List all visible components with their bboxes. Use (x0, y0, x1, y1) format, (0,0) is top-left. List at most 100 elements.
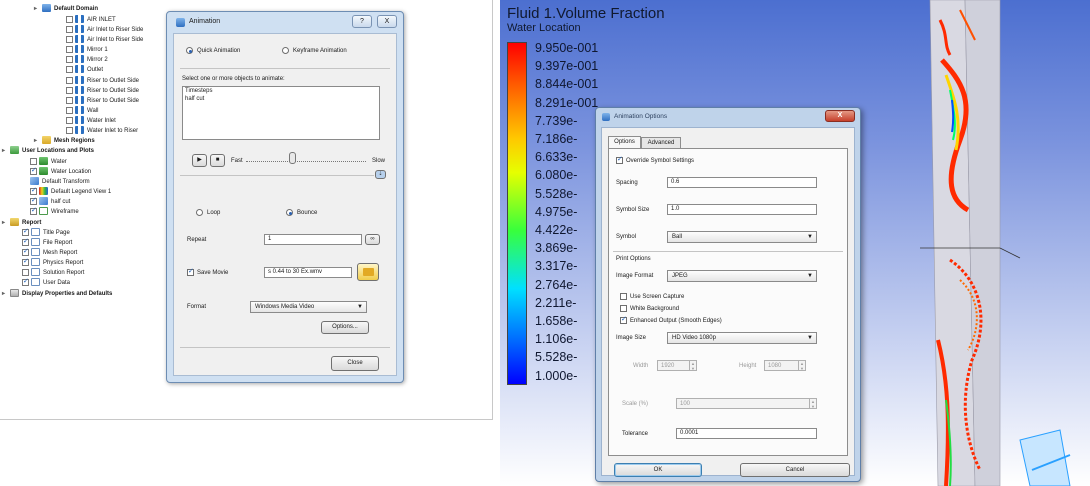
tree-item[interactable]: Physics Report (22, 257, 83, 268)
list-item-timesteps[interactable]: Timesteps (183, 87, 379, 95)
play-button[interactable]: ▶ (192, 154, 207, 167)
expand-arrow-icon[interactable]: ▸ (2, 218, 10, 228)
stop-button[interactable]: ■ (210, 154, 225, 167)
scale-spinbox[interactable]: 100 ▲ ▼ (676, 398, 817, 409)
tree-item[interactable]: ▸ Mesh Regions (34, 136, 95, 146)
image-size-dropdown[interactable]: HD Video 1080p ▼ (667, 332, 817, 344)
tree-item[interactable]: Water Inlet (66, 116, 116, 126)
expand-arrow-icon[interactable]: ▸ (34, 4, 42, 14)
tree-item[interactable]: Solution Report (22, 268, 84, 278)
image-format-dropdown[interactable]: JPEG ▼ (667, 270, 817, 282)
riser-geometry-render[interactable] (920, 0, 1090, 486)
visibility-checkbox[interactable] (66, 96, 73, 104)
tree-item[interactable]: ▸ User Locations and Plots (2, 146, 94, 156)
expand-arrow-icon[interactable]: ▸ (34, 136, 42, 146)
width-spinbox[interactable]: 1920 ▲ ▼ (657, 360, 697, 371)
close-button[interactable]: Close (331, 356, 379, 371)
ok-button[interactable]: OK (614, 463, 702, 477)
speed-slider-thumb[interactable] (289, 152, 296, 164)
tree-item[interactable]: ▸ Display Properties and Defaults (2, 289, 112, 299)
visibility-checkbox[interactable] (66, 35, 73, 43)
tree-item[interactable]: Mesh Report (22, 247, 77, 258)
height-spinbox[interactable]: 1080 ▲ ▼ (764, 360, 806, 371)
help-button[interactable]: ? (352, 15, 372, 28)
tree-item[interactable]: User Data (22, 277, 70, 288)
visibility-checkbox[interactable] (30, 206, 37, 216)
cancel-button[interactable]: Cancel (740, 463, 850, 477)
enhanced-output-checkbox[interactable]: Enhanced Output (Smooth Edges) (620, 315, 722, 324)
expand-arrow-icon[interactable]: ▸ (2, 146, 10, 156)
override-symbol-checkbox[interactable]: Override Symbol Settings (616, 155, 694, 164)
visibility-checkbox[interactable] (66, 65, 73, 73)
format-dropdown[interactable]: Windows Media Video ▼ (250, 301, 367, 313)
tree-item[interactable]: Title Page (22, 227, 70, 238)
height-label: Height (739, 363, 757, 369)
visibility-checkbox[interactable] (22, 277, 29, 287)
keyframe-animation-radio[interactable]: Keyframe Animation (282, 47, 347, 54)
tree-item[interactable]: Default Transform (30, 177, 90, 187)
white-background-checkbox[interactable]: White Background (620, 305, 679, 312)
visibility-checkbox[interactable] (66, 25, 73, 33)
expand-more-button[interactable]: ⇣ (375, 170, 386, 179)
bounce-radio[interactable]: Bounce (286, 209, 317, 216)
movie-file-field[interactable]: s 0.44 to 30 Ex.wmv (264, 267, 352, 278)
tree-item[interactable]: Outlet (66, 65, 103, 75)
tab-options[interactable]: Options (608, 136, 641, 148)
tree-item[interactable]: Riser to Outlet Side (66, 76, 139, 86)
tree-item[interactable]: Water Inlet to Riser (66, 126, 138, 136)
loop-radio[interactable]: Loop (196, 209, 220, 216)
tree-item[interactable]: Air Inlet to Riser Side (66, 35, 143, 45)
expand-arrow-icon[interactable]: ▸ (2, 289, 10, 299)
visibility-checkbox[interactable] (66, 106, 73, 114)
spacing-field[interactable]: 0.6 (667, 177, 817, 188)
visibility-checkbox[interactable] (66, 76, 73, 84)
visibility-checkbox[interactable] (22, 227, 29, 237)
browse-button[interactable] (357, 263, 379, 281)
visibility-checkbox[interactable] (22, 237, 29, 247)
visibility-checkbox[interactable] (30, 157, 37, 165)
close-icon[interactable]: X (377, 15, 397, 28)
objects-listbox[interactable]: Timesteps half cut (182, 86, 380, 140)
tree-item[interactable]: Wireframe (30, 206, 79, 217)
symbol-size-field[interactable]: 1.0 (667, 204, 817, 215)
visibility-checkbox[interactable] (22, 257, 29, 267)
tree-item[interactable]: Wall (66, 106, 98, 116)
tree-item[interactable]: AIR INLET (66, 15, 116, 25)
tree-item[interactable]: Riser to Outlet Side (66, 96, 139, 106)
tree-item[interactable]: File Report (22, 237, 72, 248)
visibility-checkbox[interactable] (30, 166, 37, 176)
list-item-half-cut[interactable]: half cut (183, 95, 379, 103)
visibility-checkbox[interactable] (66, 126, 73, 134)
tab-advanced[interactable]: Advanced (641, 137, 681, 148)
tree-item[interactable]: Air Inlet to Riser Side (66, 25, 143, 35)
animation-dialog-titlebar[interactable]: Animation ? X (167, 12, 403, 32)
visibility-checkbox[interactable] (22, 247, 29, 257)
tree-item[interactable]: Mirror 2 (66, 55, 108, 65)
tree-item[interactable]: Default Legend View 1 (30, 186, 111, 197)
tree-item[interactable]: Mirror 1 (66, 45, 108, 55)
visibility-checkbox[interactable] (30, 196, 37, 206)
visibility-checkbox[interactable] (66, 45, 73, 53)
quick-animation-radio[interactable]: Quick Animation (186, 47, 240, 54)
use-screen-capture-checkbox[interactable]: Use Screen Capture (620, 293, 684, 300)
tree-item[interactable]: ▸ Default Domain (34, 4, 98, 14)
visibility-checkbox[interactable] (66, 116, 73, 124)
symbol-dropdown[interactable]: Ball ▼ (667, 231, 817, 243)
visibility-checkbox[interactable] (66, 15, 73, 23)
tree-item[interactable]: Water Location (30, 166, 91, 177)
save-movie-checkbox[interactable]: Save Movie (187, 267, 228, 276)
visibility-checkbox[interactable] (66, 86, 73, 94)
options-button[interactable]: Options... (321, 321, 369, 334)
visibility-checkbox[interactable] (22, 268, 29, 276)
tolerance-field[interactable]: 0.0001 (676, 428, 817, 439)
speed-slider-track[interactable] (246, 161, 366, 162)
scale-value: 100 (680, 401, 691, 407)
options-dialog-titlebar[interactable]: Animation Options X (596, 108, 860, 126)
visibility-checkbox[interactable] (66, 55, 73, 63)
repeat-spinbox[interactable]: 1 (264, 234, 362, 245)
infinite-repeat-button[interactable]: ∞ (365, 234, 380, 245)
tree-item[interactable]: Riser to Outlet Side (66, 86, 139, 96)
tree-item[interactable]: ▸ Report (2, 218, 41, 228)
visibility-checkbox[interactable] (30, 186, 37, 196)
close-icon[interactable]: X (825, 110, 855, 122)
